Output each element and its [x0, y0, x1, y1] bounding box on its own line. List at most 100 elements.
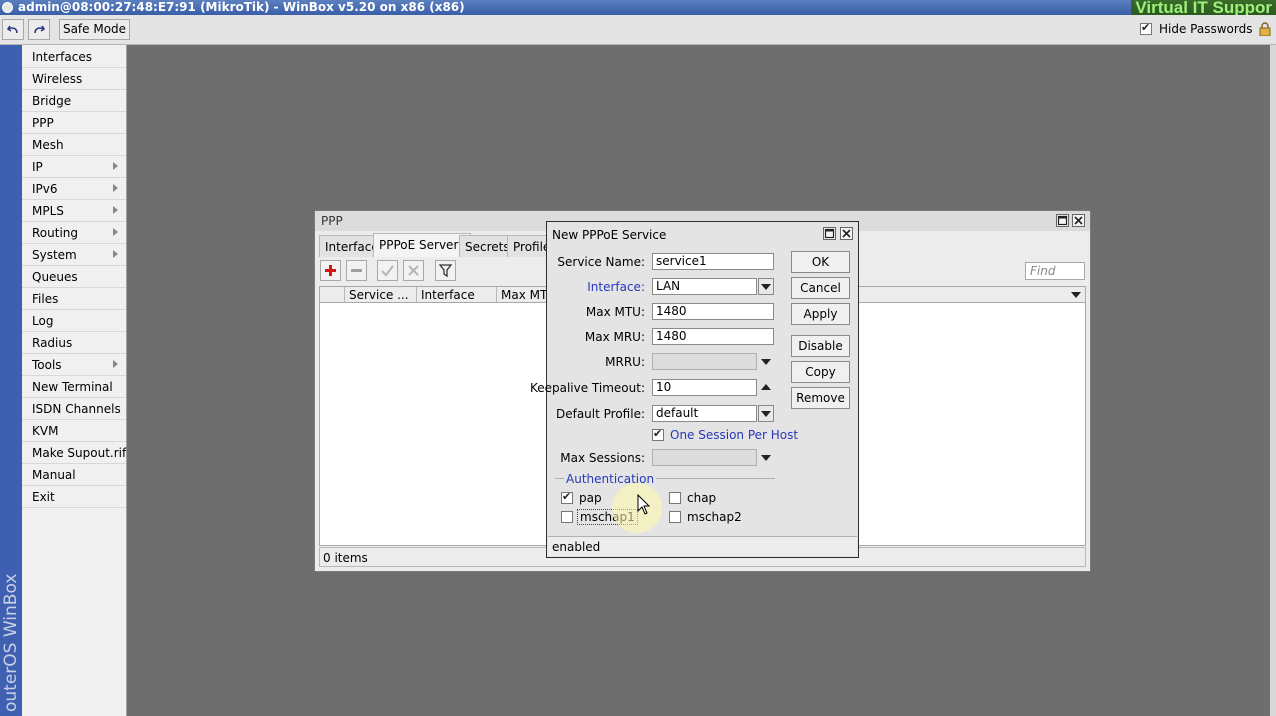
- sidebar-brand-strip: outerOS WinBox: [0, 45, 22, 716]
- sidebar-item-mpls[interactable]: MPLS: [22, 200, 126, 222]
- hide-passwords-label: Hide Passwords: [1159, 22, 1253, 36]
- chevron-down-icon: [761, 284, 771, 290]
- filter-button[interactable]: [435, 260, 456, 281]
- sidebar-item-label: New Terminal: [32, 380, 113, 394]
- sidebar-item-manual[interactable]: Manual: [22, 464, 126, 486]
- disable-button[interactable]: [403, 260, 424, 281]
- sidebar-item-queues[interactable]: Queues: [22, 266, 126, 288]
- sidebar-item-ip[interactable]: IP: [22, 156, 126, 178]
- service-name-input[interactable]: service1: [652, 253, 774, 270]
- sidebar-item-label: Make Supout.rif: [32, 446, 127, 460]
- keepalive-timeout-input[interactable]: 10: [652, 379, 757, 396]
- disable-service-button[interactable]: Disable: [791, 335, 850, 357]
- remove-service-button[interactable]: Remove: [791, 387, 850, 409]
- find-input[interactable]: Find: [1025, 262, 1085, 280]
- sidebar-item-label: IPv6: [32, 182, 58, 196]
- sidebar-item-system[interactable]: System: [22, 244, 126, 266]
- sidebar-item-radius[interactable]: Radius: [22, 332, 126, 354]
- tab-pppoe-servers[interactable]: PPPoE Servers: [373, 233, 471, 257]
- mouse-pointer-icon: [637, 494, 651, 515]
- safe-mode-button[interactable]: Safe Mode: [59, 19, 130, 40]
- ppp-close-button[interactable]: [1072, 214, 1085, 227]
- default-profile-dropdown-button[interactable]: [758, 405, 774, 422]
- sidebar-item-routing[interactable]: Routing: [22, 222, 126, 244]
- sidebar-item-label: Files: [32, 292, 59, 306]
- interface-select[interactable]: LAN: [652, 278, 757, 295]
- sidebar-item-label: ISDN Channels: [32, 402, 121, 416]
- copy-button[interactable]: Copy: [791, 361, 850, 383]
- apply-button[interactable]: Apply: [791, 303, 850, 325]
- sidebar-item-ppp[interactable]: PPP: [22, 112, 126, 134]
- sidebar-brand-label: outerOS WinBox: [1, 573, 21, 712]
- sidebar-item-new-terminal[interactable]: New Terminal: [22, 376, 126, 398]
- keepalive-timeout-label: Keepalive Timeout:: [529, 381, 645, 395]
- default-profile-select[interactable]: default: [652, 405, 757, 422]
- sidebar-item-ipv6[interactable]: IPv6: [22, 178, 126, 200]
- main-toolbar: Safe Mode Hide Passwords: [0, 15, 1276, 45]
- chap-label: chap: [687, 491, 717, 505]
- undo-button[interactable]: [2, 19, 24, 40]
- remove-button[interactable]: [346, 260, 367, 281]
- sidebar-item-wireless[interactable]: Wireless: [22, 68, 126, 90]
- max-sessions-expand-button[interactable]: [758, 449, 774, 466]
- column-select[interactable]: [320, 287, 345, 303]
- cancel-button[interactable]: Cancel: [791, 277, 850, 299]
- lock-icon: [1259, 22, 1271, 36]
- column-service[interactable]: Service ...: [345, 287, 417, 303]
- submenu-arrow-icon: [113, 360, 118, 368]
- desktop-scrollbar[interactable]: [1270, 45, 1276, 716]
- service-name-label: Service Name:: [557, 255, 645, 269]
- hide-passwords-checkbox[interactable]: [1140, 21, 1152, 35]
- sidebar-item-bridge[interactable]: Bridge: [22, 90, 126, 112]
- pap-label: pap: [579, 491, 602, 505]
- max-mtu-label: Max MTU:: [585, 305, 645, 319]
- ppp-maximize-button[interactable]: [1056, 214, 1069, 227]
- sidebar-item-interfaces[interactable]: Interfaces: [22, 46, 126, 68]
- mschap1-checkbox[interactable]: [561, 511, 573, 523]
- columns-menu-button[interactable]: [1068, 287, 1084, 302]
- add-button[interactable]: [320, 260, 341, 281]
- default-profile-label: Default Profile:: [555, 407, 645, 421]
- one-session-per-host-checkbox[interactable]: [652, 427, 664, 441]
- close-icon: [842, 229, 851, 238]
- sidebar-item-make-supout[interactable]: Make Supout.rif: [22, 442, 126, 464]
- max-mru-input[interactable]: 1480: [652, 328, 774, 345]
- sidebar-item-label: System: [32, 248, 77, 262]
- dialog-titlebar[interactable]: New PPPoE Service: [547, 222, 858, 246]
- sidebar-item-isdn-channels[interactable]: ISDN Channels: [22, 398, 126, 420]
- sidebar-item-tools[interactable]: Tools: [22, 354, 126, 376]
- ok-button[interactable]: OK: [791, 251, 850, 273]
- interface-dropdown-button[interactable]: [758, 278, 774, 295]
- max-mtu-input[interactable]: 1480: [652, 303, 774, 320]
- dialog-maximize-button[interactable]: [823, 227, 836, 240]
- sidebar-item-label: PPP: [32, 116, 54, 130]
- submenu-arrow-icon: [113, 162, 118, 170]
- dialog-close-button[interactable]: [840, 227, 853, 240]
- sidebar-item-label: Queues: [32, 270, 78, 284]
- close-icon: [1074, 216, 1083, 225]
- sidebar-item-exit[interactable]: Exit: [22, 486, 126, 508]
- item-count: 0 items: [323, 551, 368, 565]
- plus-icon: [325, 265, 336, 276]
- sidebar-item-files[interactable]: Files: [22, 288, 126, 310]
- chap-checkbox[interactable]: [669, 492, 681, 504]
- submenu-arrow-icon: [113, 228, 118, 236]
- column-interface[interactable]: Interface: [417, 287, 497, 303]
- mrru-input[interactable]: [652, 353, 757, 370]
- enable-button[interactable]: [377, 260, 398, 281]
- sidebar-item-mesh[interactable]: Mesh: [22, 134, 126, 156]
- redo-button[interactable]: [28, 19, 50, 40]
- mschap2-checkbox[interactable]: [669, 511, 681, 523]
- dialog-status-text: enabled: [552, 540, 601, 554]
- sidebar-item-log[interactable]: Log: [22, 310, 126, 332]
- max-mru-label: Max MRU:: [584, 330, 645, 344]
- dialog-status-bar: enabled: [548, 536, 857, 556]
- sidebar-item-label: Manual: [32, 468, 76, 482]
- keepalive-collapse-button[interactable]: [758, 379, 774, 396]
- mrru-expand-button[interactable]: [758, 353, 774, 370]
- filter-icon: [438, 264, 453, 278]
- pap-checkbox[interactable]: [561, 490, 573, 504]
- max-sessions-input[interactable]: [652, 449, 757, 466]
- interface-label[interactable]: Interface:: [587, 280, 645, 294]
- sidebar-item-kvm[interactable]: KVM: [22, 420, 126, 442]
